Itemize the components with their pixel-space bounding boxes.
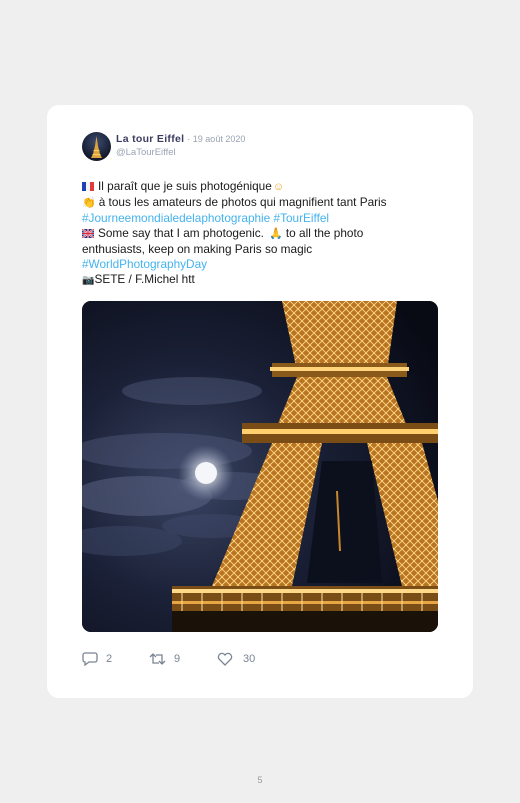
author-handle[interactable]: @LaTourEiffel <box>116 147 176 158</box>
camera-icon: 📷 <box>82 275 95 286</box>
tweet-line-2: 👏 à tous les amateurs de photos qui magni… <box>82 195 442 211</box>
retweet-icon <box>149 653 166 665</box>
tweet-text: Il paraît que je suis photogénique☺ 👏 à t… <box>82 179 442 288</box>
hashtags-line-en[interactable]: #WorldPhotographyDay <box>82 257 442 272</box>
heart-icon <box>217 652 233 666</box>
avatar[interactable] <box>82 132 111 161</box>
tweet-line-5: enthusiasts, keep on making Paris so mag… <box>82 242 313 256</box>
retweet-button[interactable]: 9 <box>149 652 180 666</box>
tweet-photo[interactable] <box>82 301 438 632</box>
tweet-line-7: 📷SETE / F.Michel htt <box>82 272 442 288</box>
like-button[interactable]: 30 <box>217 652 255 666</box>
tweet-line-4-text-b: to all the photo <box>285 226 364 240</box>
photo-credit: SETE / F.Michel htt <box>94 272 195 286</box>
author-name[interactable]: La tour Eiffel <box>116 133 184 145</box>
clapping-hands-icon: 👏 <box>82 197 96 209</box>
tweet-card: La tour Eiffel · 19 août 2020 @LaTourEif… <box>47 105 473 698</box>
uk-flag-icon <box>82 229 94 238</box>
smiling-face-icon: ☺ <box>272 181 285 193</box>
like-count: 30 <box>243 653 256 665</box>
tweet-date[interactable]: · 19 août 2020 <box>187 134 245 144</box>
page-number: 5 <box>257 775 263 785</box>
tweet-header: La tour Eiffel · 19 août 2020 @LaTourEif… <box>82 132 442 164</box>
praying-hands-icon: 🙏 <box>269 228 283 240</box>
france-flag-icon <box>82 182 94 191</box>
reply-count: 2 <box>106 653 113 665</box>
retweet-count: 9 <box>174 653 181 665</box>
tweet-actions: 2 9 30 <box>82 652 442 672</box>
tweet-line-2-text: à tous les amateurs de photos qui magnif… <box>98 195 387 209</box>
reply-icon <box>82 652 98 666</box>
tweet-line-1-text: Il paraît que je suis photogénique <box>98 179 272 193</box>
tweet-line-4-text-a: Some say that I am photogenic. <box>98 226 264 240</box>
eiffel-tower-photo <box>82 301 438 632</box>
tweet-line-1: Il paraît que je suis photogénique☺ <box>82 179 442 195</box>
author-line: La tour Eiffel · 19 août 2020 <box>116 133 245 145</box>
reply-button[interactable]: 2 <box>82 652 112 666</box>
hashtags-line-fr[interactable]: #Journeemondialedelaphotographie #TourEi… <box>82 211 442 226</box>
tweet-line-4: Some say that I am photogenic. 🙏 to all t… <box>82 226 442 242</box>
